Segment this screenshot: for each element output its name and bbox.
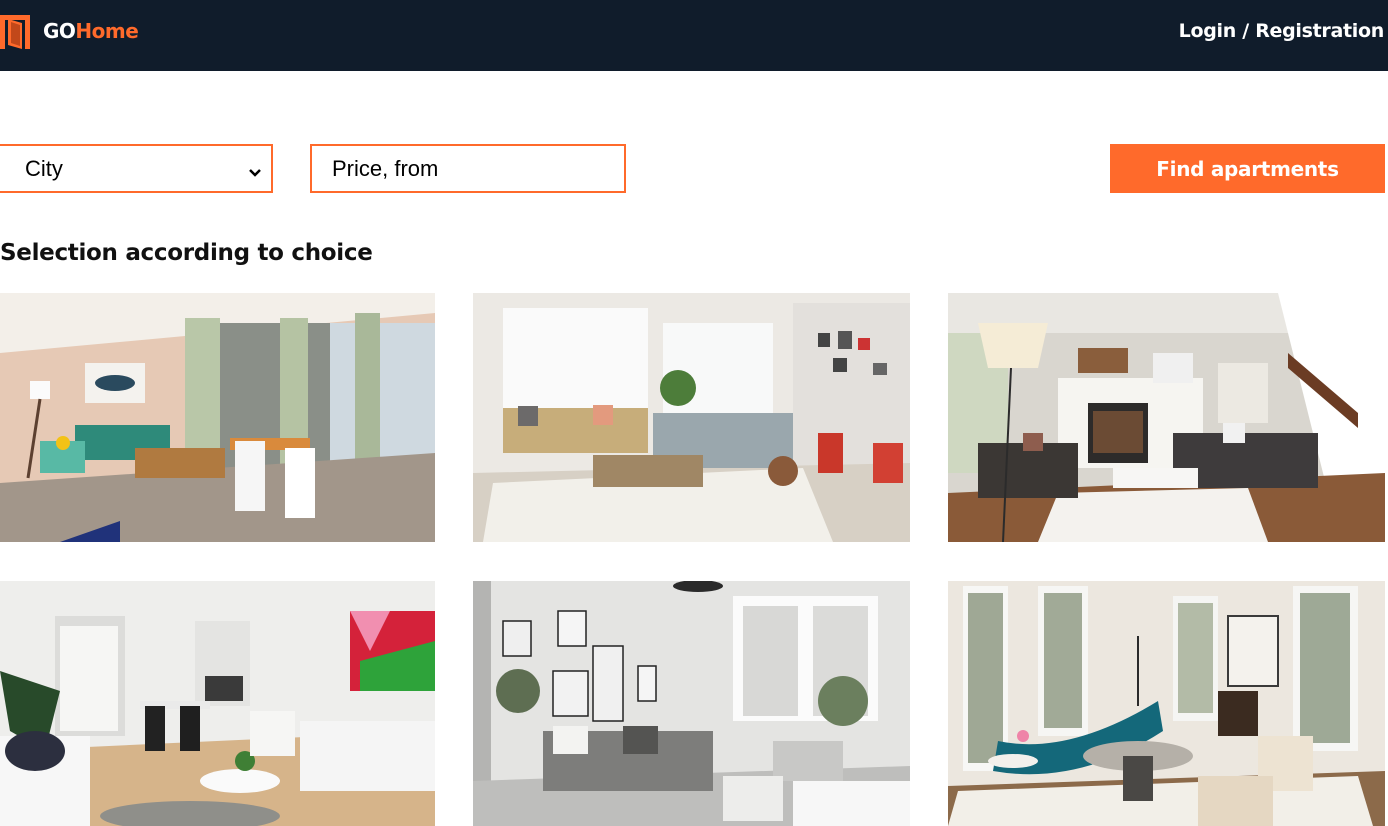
login-registration-link[interactable]: Login / Registration <box>1179 20 1385 42</box>
apartment-photo-3[interactable] <box>948 293 1385 542</box>
section-title: Selection according to choice <box>0 240 373 266</box>
apartment-photo-1[interactable] <box>0 293 435 542</box>
logo-text: GOHome <box>43 19 139 43</box>
logo-text-home: Home <box>75 19 139 43</box>
city-select-value: City <box>25 155 63 181</box>
find-apartments-button[interactable]: Find apartments <box>1110 144 1385 193</box>
apartment-photo-6[interactable] <box>948 581 1385 826</box>
logo-text-go: GO <box>43 19 76 43</box>
site-header: GOHome Login / Registration <box>0 0 1388 71</box>
chevron-down-icon <box>247 161 263 177</box>
apartment-photo-5[interactable] <box>473 581 910 826</box>
logo[interactable]: GOHome <box>0 12 139 50</box>
apartment-photo-4[interactable] <box>0 581 435 826</box>
city-select[interactable]: City <box>0 144 273 193</box>
apartment-photo-2[interactable] <box>473 293 910 542</box>
door-logo-icon <box>0 13 30 49</box>
price-from-input[interactable] <box>310 144 626 193</box>
